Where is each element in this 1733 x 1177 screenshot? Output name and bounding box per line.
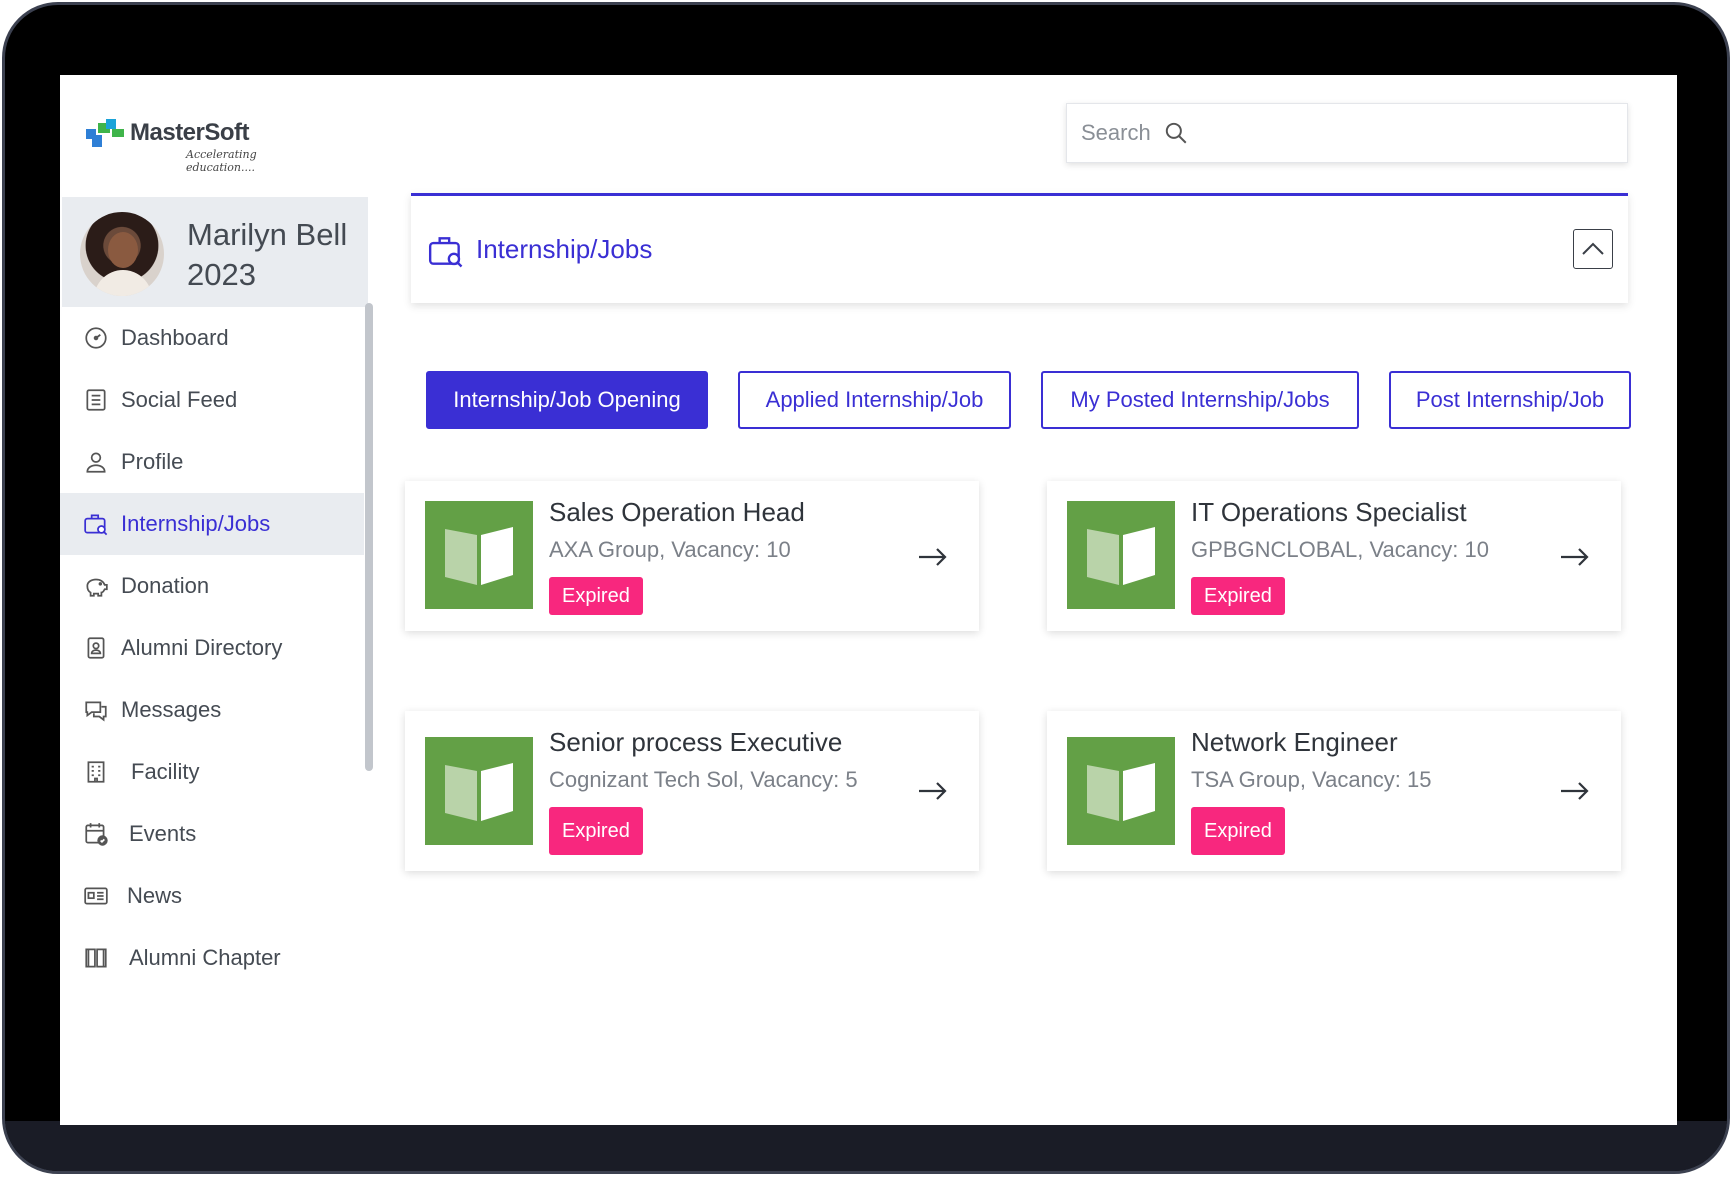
briefcase-search-icon (83, 511, 109, 537)
tab-my-posted-internship-jobs[interactable]: My Posted Internship/Jobs (1041, 371, 1359, 429)
tab-post-internship-job[interactable]: Post Internship/Job (1389, 371, 1631, 429)
search-input[interactable]: Search (1081, 120, 1151, 146)
profile-icon (83, 449, 109, 475)
sidebar-item-label: Alumni Chapter (129, 945, 281, 970)
briefcase-search-icon (428, 237, 463, 268)
status-badge: Expired (1191, 807, 1285, 855)
calendar-check-icon (83, 821, 109, 847)
sidebar-item-label: Internship/Jobs (121, 511, 271, 536)
job-card[interactable]: Network Engineer TSA Group, Vacancy: 15 … (1047, 711, 1621, 871)
sidebar-item-label: Donation (121, 573, 210, 598)
book-icon (83, 945, 109, 971)
sidebar-item-label: Profile (121, 449, 184, 474)
sidebar-item-donation[interactable]: Donation (60, 555, 364, 617)
building-icon (83, 759, 109, 785)
piggy-bank-icon (83, 573, 109, 599)
sidebar-item-label: Dashboard (121, 325, 229, 350)
section-title: Internship/Jobs (476, 234, 653, 264)
brand-logo[interactable]: MasterSoft Accelerating education.... (86, 115, 316, 174)
avatar[interactable] (80, 212, 164, 296)
job-card[interactable]: Sales Operation Head AXA Group, Vacancy:… (405, 481, 979, 631)
sidebar-item-label: Alumni Directory (121, 635, 283, 660)
job-thumbnail (425, 501, 533, 609)
job-thumbnail (1067, 501, 1175, 609)
arrow-right-icon[interactable] (917, 779, 949, 803)
arrow-right-icon[interactable] (1559, 545, 1591, 569)
job-thumbnail (1067, 737, 1175, 845)
sidebar-item-social-feed[interactable]: Social Feed (60, 369, 364, 431)
newspaper-icon (83, 883, 109, 909)
arrow-right-icon[interactable] (1559, 779, 1591, 803)
sidebar-item-label: Facility (131, 759, 200, 784)
job-company-vacancy: GPBGNCLOBAL, Vacancy: 10 (1191, 537, 1489, 562)
sidebar-nav: Dashboard Social Feed Profile Internship… (60, 307, 364, 989)
status-badge: Expired (1191, 577, 1285, 615)
brand-tagline: Accelerating education.... (186, 148, 257, 174)
job-title[interactable]: Senior process Executive (549, 727, 842, 758)
status-badge: Expired (549, 807, 643, 855)
section-header: Internship/Jobs (411, 193, 1628, 303)
job-company-vacancy: Cognizant Tech Sol, Vacancy: 5 (549, 767, 858, 792)
tablet-bezel-bottom (5, 1121, 1727, 1171)
sidebar-item-profile[interactable]: Profile (60, 431, 364, 493)
sidebar-item-label: Social Feed (121, 387, 238, 412)
sidebar-item-dashboard[interactable]: Dashboard (60, 307, 364, 369)
sidebar-item-facility[interactable]: Facility (60, 741, 364, 803)
search-box[interactable]: Search (1066, 103, 1628, 163)
sidebar-item-alumni-chapter[interactable]: Alumni Chapter (60, 927, 364, 989)
user-name: Marilyn Bell (187, 217, 348, 252)
open-book-icon (445, 527, 513, 585)
sidebar-item-label: Messages (121, 697, 222, 722)
job-card[interactable]: IT Operations Specialist GPBGNCLOBAL, Va… (1047, 481, 1621, 631)
sidebar-item-events[interactable]: Events (60, 803, 364, 865)
job-company-vacancy: AXA Group, Vacancy: 10 (549, 537, 791, 562)
collapse-button[interactable] (1573, 229, 1613, 269)
directory-icon (83, 635, 109, 661)
job-title[interactable]: IT Operations Specialist (1191, 497, 1467, 528)
messages-icon (83, 697, 109, 723)
chevron-up-icon (1582, 242, 1604, 255)
sidebar-item-label: News (127, 883, 183, 908)
sidebar-item-internship-jobs[interactable]: Internship/Jobs (60, 493, 364, 555)
sidebar-item-news[interactable]: News (60, 865, 364, 927)
sidebar-item-label: Events (129, 821, 197, 846)
tab-applied-internship-job[interactable]: Applied Internship/Job (738, 371, 1011, 429)
social-feed-icon (83, 387, 109, 413)
job-title[interactable]: Sales Operation Head (549, 497, 805, 528)
tablet-frame: MasterSoft Accelerating education.... Ma… (2, 2, 1730, 1174)
sidebar-scrollbar[interactable] (365, 303, 373, 771)
brand-name: MasterSoft (130, 119, 250, 146)
user-card[interactable]: Marilyn Bell 2023 (62, 197, 368, 307)
dashboard-icon (83, 325, 109, 351)
job-thumbnail (425, 737, 533, 845)
mastersoft-logo-icon (86, 119, 124, 147)
open-book-icon (1087, 763, 1155, 821)
open-book-icon (445, 763, 513, 821)
arrow-right-icon[interactable] (917, 545, 949, 569)
status-badge: Expired (549, 577, 643, 615)
search-icon[interactable] (1163, 120, 1189, 146)
sidebar-item-alumni-directory[interactable]: Alumni Directory (60, 617, 364, 679)
job-company-vacancy: TSA Group, Vacancy: 15 (1191, 767, 1432, 792)
open-book-icon (1087, 527, 1155, 585)
sidebar-item-messages[interactable]: Messages (60, 679, 364, 741)
user-year: 2023 (187, 257, 256, 292)
job-title[interactable]: Network Engineer (1191, 727, 1398, 758)
job-card[interactable]: Senior process Executive Cognizant Tech … (405, 711, 979, 871)
tab-internship-job-opening[interactable]: Internship/Job Opening (426, 371, 708, 429)
app-screen: MasterSoft Accelerating education.... Ma… (60, 75, 1677, 1125)
